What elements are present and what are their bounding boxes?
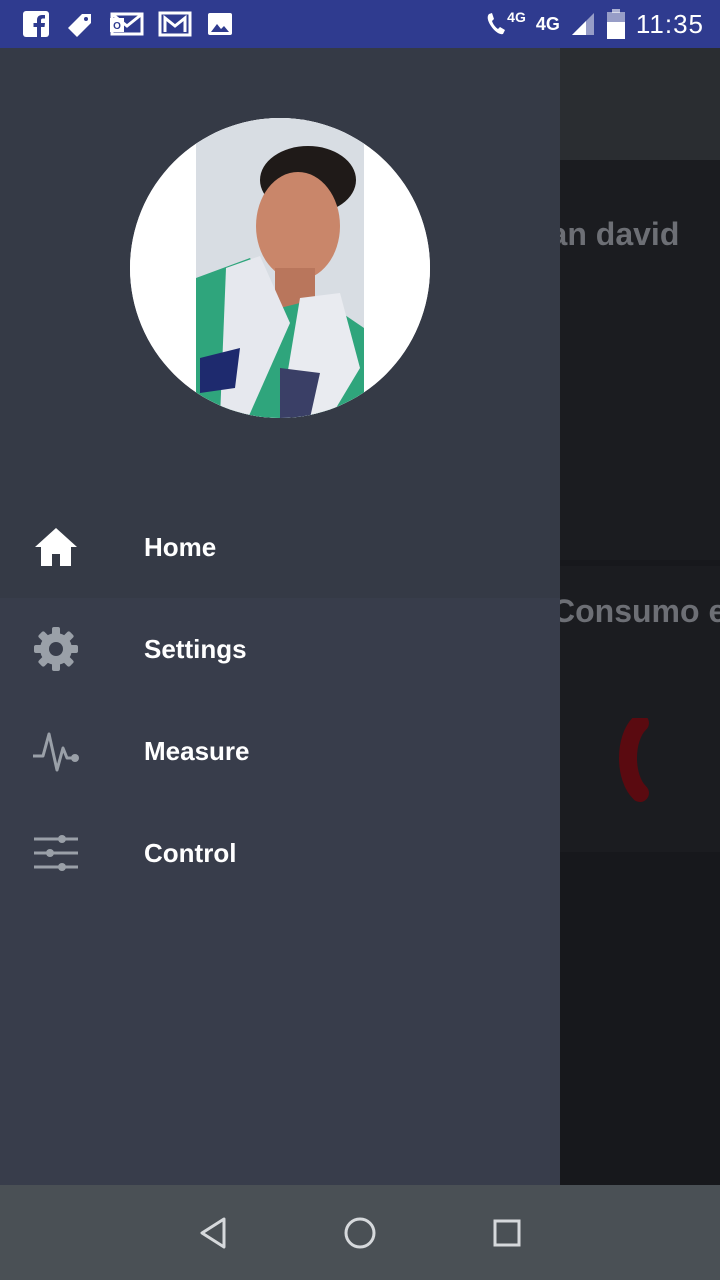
call-network-label: 4G	[507, 9, 526, 25]
menu-label-home: Home	[144, 531, 217, 562]
battery-icon	[606, 8, 626, 40]
volte-call-icon: 4G	[483, 8, 526, 40]
home-button[interactable]	[340, 1213, 380, 1253]
clock: 11:35	[635, 8, 704, 39]
svg-text:O: O	[113, 21, 121, 32]
drawer-menu: Home Settings Measure Control	[0, 496, 560, 904]
recents-button[interactable]	[487, 1213, 527, 1253]
background-card-title: Consumo e	[552, 593, 720, 629]
gmail-icon	[158, 10, 192, 38]
navigation-drawer: Home Settings Measure Control	[0, 48, 560, 1185]
home-circle-icon	[344, 1217, 376, 1248]
outlook-icon: O	[110, 10, 144, 38]
menu-label-settings: Settings	[144, 633, 247, 664]
facebook-icon	[22, 10, 50, 38]
menu-item-home[interactable]: Home	[0, 496, 560, 598]
drawer-header	[0, 48, 560, 496]
menu-label-control: Control	[144, 837, 237, 868]
menu-item-settings[interactable]: Settings	[0, 598, 560, 700]
sliders-icon	[30, 827, 82, 879]
home-icon	[30, 521, 82, 573]
back-triangle-icon	[200, 1217, 226, 1248]
system-navigation-bar	[0, 1185, 720, 1280]
back-button[interactable]	[193, 1213, 233, 1253]
signal-icon	[570, 11, 596, 37]
pulse-icon	[30, 725, 82, 777]
status-bar: O 4G 4G 11:35	[0, 0, 720, 48]
image-icon	[206, 10, 234, 38]
recents-square-icon	[493, 1219, 521, 1246]
data-network-label: 4G	[535, 13, 560, 34]
gauge-arc-icon	[610, 714, 670, 813]
tag-icon	[64, 8, 96, 40]
gear-icon	[30, 623, 82, 675]
menu-label-measure: Measure	[144, 735, 250, 766]
avatar[interactable]	[130, 118, 430, 418]
app-screen: O 4G 4G 11:35 uan david Consumo e Home S…	[0, 0, 720, 1280]
avatar-photo-icon	[130, 118, 430, 418]
menu-item-control[interactable]: Control	[0, 802, 560, 904]
menu-item-measure[interactable]: Measure	[0, 700, 560, 802]
